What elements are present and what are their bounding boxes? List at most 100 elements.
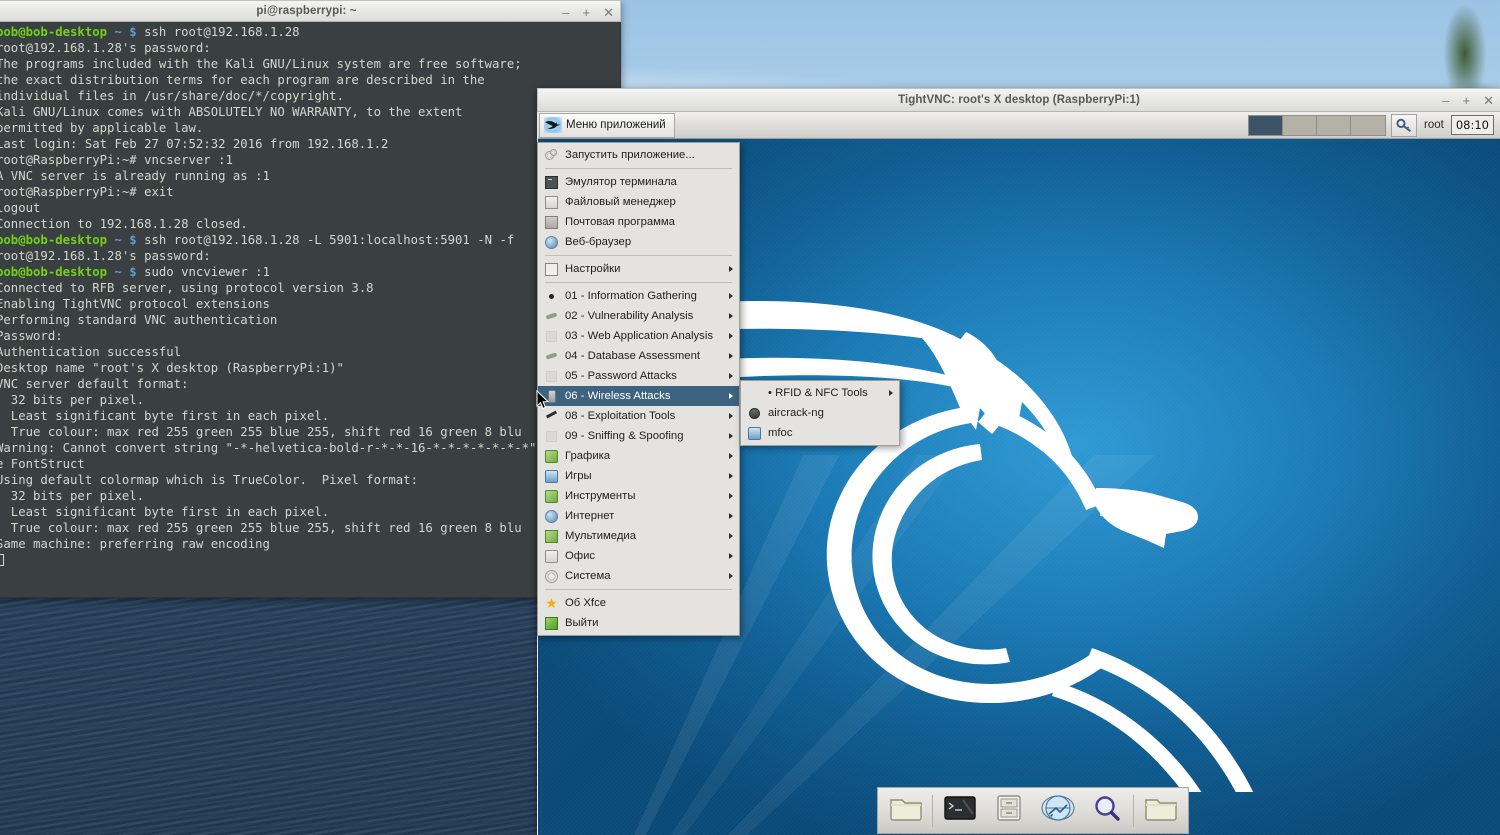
terminal-line: 32 bits per pixel. xyxy=(0,489,145,503)
terminal-titlebar[interactable]: pi@raspberrypi: ~ – + ✕ xyxy=(0,0,621,22)
menu-item-[interactable]: Игры xyxy=(538,466,739,486)
menu-item-[interactable]: Мультимедиа xyxy=(538,526,739,546)
terminal-line: Desktop name "root's X desktop (Raspberr… xyxy=(0,361,344,375)
applications-menu-label: Меню приложений xyxy=(566,119,666,131)
menu-separator xyxy=(545,282,732,283)
key-icon-button[interactable] xyxy=(1391,113,1418,137)
submenu-arrow-icon xyxy=(729,453,733,459)
menu-item-[interactable]: Веб-браузер xyxy=(538,232,739,252)
menu-item-label: Инструменты xyxy=(565,490,636,502)
menu-item-xfce[interactable]: ★ Об Xfce xyxy=(538,593,739,613)
applications-menu[interactable]: Запустить приложение... Эмулятор терминал… xyxy=(537,142,740,636)
workspace-2[interactable] xyxy=(1283,115,1318,135)
kali-dragon-icon xyxy=(544,117,562,133)
dock-item-terminal[interactable] xyxy=(937,790,982,831)
terminal-line: Enabling TightVNC protocol extensions xyxy=(0,297,270,311)
terminal-window[interactable]: pi@raspberrypi: ~ – + ✕ bob@bob-desktop … xyxy=(0,0,621,598)
dock-item-web-browser[interactable] xyxy=(1035,790,1080,831)
multimedia-icon xyxy=(544,529,559,544)
settings-icon xyxy=(544,262,559,277)
tools-icon xyxy=(544,489,559,504)
submenu-item-rfid-nfc-tools[interactable]: • RFID & NFC Tools xyxy=(741,383,899,403)
folder-icon xyxy=(889,794,923,827)
menu-item-label: Файловый менеджер xyxy=(565,196,676,208)
terminal-line: Using default colormap which is TrueColo… xyxy=(0,473,418,487)
menu-item-label: Запустить приложение... xyxy=(565,149,695,161)
file-manager-icon xyxy=(544,195,559,210)
submenu-item-mfoc[interactable]: mfoc xyxy=(741,423,899,443)
mfoc-icon xyxy=(747,426,762,441)
menu-separator xyxy=(545,255,732,256)
menu-item-[interactable]: Настройки xyxy=(538,259,739,279)
menu-item-09-sniffing-spoofing[interactable]: 09 - Sniffing & Spoofing xyxy=(538,426,739,446)
submenu-arrow-icon xyxy=(729,353,733,359)
menu-item-05-password-attacks[interactable]: 05 - Password Attacks xyxy=(538,366,739,386)
dock-item-search[interactable] xyxy=(1084,790,1129,831)
terminal-line: Kali GNU/Linux comes with ABSOLUTELY NO … xyxy=(0,105,463,119)
menu-item-[interactable]: Почтовая программа xyxy=(538,212,739,232)
folder-icon xyxy=(1144,794,1178,827)
menu-item-[interactable]: Интернет xyxy=(538,506,739,526)
maximize-button[interactable]: + xyxy=(583,6,591,19)
menu-item-[interactable]: Инструменты xyxy=(538,486,739,506)
submenu-arrow-icon xyxy=(729,433,733,439)
system-icon xyxy=(544,569,559,584)
menu-item-[interactable]: Файловый менеджер xyxy=(538,192,739,212)
workspace-3[interactable] xyxy=(1317,115,1352,135)
maximize-button[interactable]: + xyxy=(1463,94,1471,107)
close-button[interactable]: ✕ xyxy=(603,6,614,19)
terminal-command: ssh root@192.168.1.28 xyxy=(136,25,300,39)
menu-item-04-database-assessment[interactable]: 04 - Database Assessment xyxy=(538,346,739,366)
workspace-1[interactable] xyxy=(1249,115,1284,135)
menu-item-[interactable]: Запустить приложение... xyxy=(538,145,739,165)
menu-item-label: 09 - Sniffing & Spoofing xyxy=(565,430,684,442)
menu-item-02-vulnerability-analysis[interactable]: 02 - Vulnerability Analysis xyxy=(538,306,739,326)
workspace-switcher[interactable] xyxy=(1248,114,1387,136)
submenu-arrow-icon xyxy=(729,373,733,379)
submenu-item-aircrack-ng[interactable]: aircrack-ng xyxy=(741,403,899,423)
menu-item-[interactable]: Графика xyxy=(538,446,739,466)
menu-item-label: 06 - Wireless Attacks xyxy=(565,390,671,402)
games-icon xyxy=(544,469,559,484)
dock-item-folder[interactable] xyxy=(883,790,928,831)
faint-icon xyxy=(544,329,559,344)
minimize-button[interactable]: – xyxy=(562,6,569,19)
applications-menu-button[interactable]: Меню приложений xyxy=(539,112,675,138)
terminal-line: root@192.168.1.28's password: xyxy=(0,249,211,263)
dock-item-file-manager[interactable] xyxy=(986,790,1031,831)
menu-item-[interactable]: Выйти xyxy=(538,613,739,633)
faint-icon xyxy=(544,429,559,444)
file-cabinet-icon xyxy=(992,794,1026,827)
minimize-button[interactable]: – xyxy=(1442,94,1449,107)
menu-item-06-wireless-attacks[interactable]: 06 - Wireless Attacks xyxy=(538,386,739,406)
menu-item-[interactable]: Система xyxy=(538,566,739,586)
submenu-arrow-icon xyxy=(729,293,733,299)
menu-item-[interactable]: Эмулятор терминала xyxy=(538,172,739,192)
terminal-line: root@RaspberryPi:~# vncserver :1 xyxy=(0,153,233,167)
menu-item-08-exploitation-tools[interactable]: 08 - Exploitation Tools xyxy=(538,406,739,426)
vnc-titlebar[interactable]: TightVNC: root's X desktop (RaspberryPi:… xyxy=(537,88,1500,112)
internet-icon xyxy=(544,509,559,524)
application-dock[interactable] xyxy=(877,787,1189,834)
submenu-arrow-icon xyxy=(729,393,733,399)
menu-item-03-web-application-analysis[interactable]: 03 - Web Application Analysis xyxy=(538,326,739,346)
workspace-4[interactable] xyxy=(1351,115,1386,135)
xfce-top-panel[interactable]: Меню приложений root 08:10 xyxy=(538,112,1500,139)
panel-clock[interactable]: 08:10 xyxy=(1450,115,1494,135)
terminal-output[interactable]: bob@bob-desktop ~ $ ssh root@192.168.1.2… xyxy=(0,22,620,597)
close-button[interactable]: ✕ xyxy=(1483,94,1494,107)
menu-item-01-information-gathering[interactable]: 01 - Information Gathering xyxy=(538,286,739,306)
terminal-line: True colour: max red 255 green 255 blue … xyxy=(0,521,522,535)
menu-item-label: mfoc xyxy=(768,427,793,439)
terminal-line: Last login: Sat Feb 27 07:52:32 2016 fro… xyxy=(0,137,389,151)
terminal-prompt-sigil: ~ $ xyxy=(107,233,137,247)
submenu-arrow-icon xyxy=(729,553,733,559)
menu-item-[interactable]: Офис xyxy=(538,546,739,566)
menu-item-label: Игры xyxy=(565,470,592,482)
terminal-line: logout xyxy=(0,201,41,215)
menu-item-label: Офис xyxy=(565,550,596,562)
wireless-attacks-submenu[interactable]: • RFID & NFC Tools aircrack-ng mfoc xyxy=(740,380,900,446)
vnc-window-buttons: – + ✕ xyxy=(1442,89,1494,111)
dock-item-folder-2[interactable] xyxy=(1138,790,1183,831)
terminal-line: root@RaspberryPi:~# exit xyxy=(0,185,174,199)
